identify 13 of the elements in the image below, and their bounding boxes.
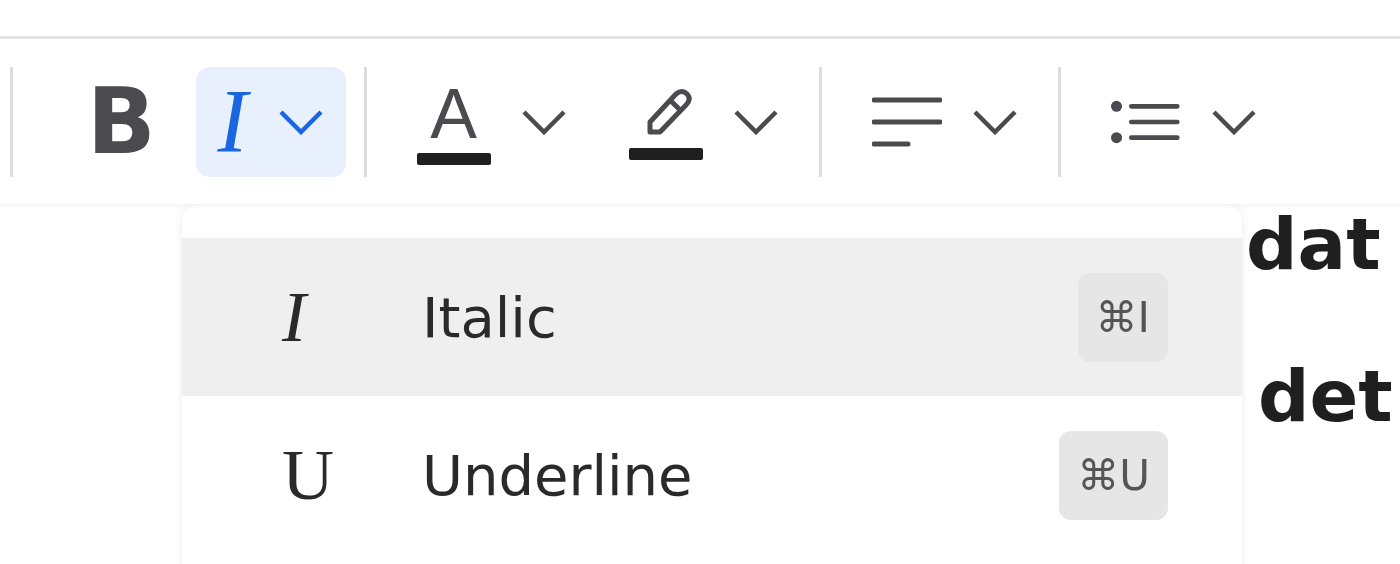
shortcut-key: ⌘I [1077,272,1168,362]
italic-tool[interactable]: I [195,66,346,177]
format-icon: U [282,433,422,517]
shortcut-key: ⌘U [1059,430,1168,520]
menu-item[interactable]: I Italic ⌘I [182,238,1242,396]
format-icon: I [282,275,422,359]
bold-tool[interactable]: B [41,66,178,177]
text-color-tool[interactable]: A [394,66,589,177]
editor-text: dat [1246,208,1382,280]
editor-text: det [1258,360,1393,432]
bold-icon: B [87,76,156,167]
menu-item[interactable]: U Underline ⌘U [182,396,1242,554]
text-color-icon: A [430,78,477,149]
